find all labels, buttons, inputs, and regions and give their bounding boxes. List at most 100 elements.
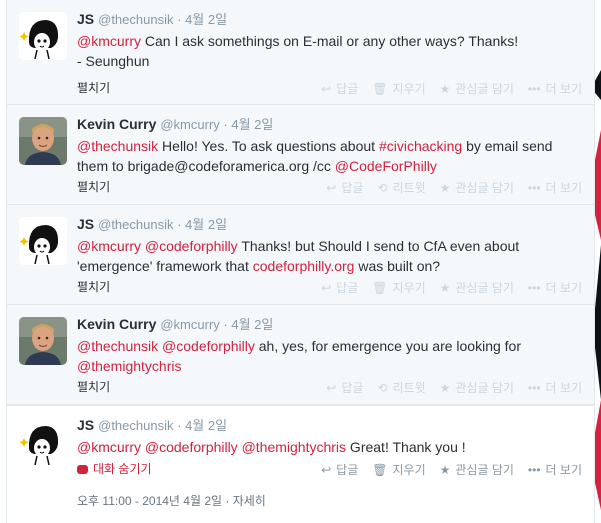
timestamp[interactable]: 4월 2일: [185, 12, 227, 27]
separator-dot: ·: [177, 217, 182, 232]
tweet-text: @kmcurry @codeforphilly Thanks! but Shou…: [77, 236, 577, 276]
expand-link[interactable]: 펼치기: [77, 79, 110, 96]
reply-icon: ↩: [321, 463, 332, 477]
more-dots-button[interactable]: ••• 더 보기: [528, 461, 582, 478]
tweet[interactable]: Kevin Curry @kmcurry · 4월 2일 @thechunsik @…: [7, 305, 594, 405]
conversation-thread: JS @thechunsik · 4월 2일 @kmcurry Can I ask …: [6, 0, 595, 523]
username[interactable]: @thechunsik: [98, 418, 173, 433]
fullname[interactable]: Kevin Curry: [77, 316, 156, 332]
mention-link[interactable]: @kmcurry: [77, 33, 141, 49]
tweet[interactable]: JS @thechunsik · 4월 2일 @kmcurry Can I ask …: [7, 0, 594, 105]
avatar[interactable]: [19, 217, 67, 265]
timestamp[interactable]: 4월 2일: [185, 217, 227, 232]
tweet-header: JS @thechunsik · 4월 2일: [77, 216, 227, 233]
trash-icon: 🗑: [372, 463, 388, 477]
mention-link[interactable]: @CodeForPhilly: [335, 158, 437, 174]
hide-conversation-label: 대화 숨기기: [93, 462, 152, 476]
mention-link[interactable]: @themightychris: [77, 358, 181, 374]
favorite-star-button[interactable]: ★ 관심글 담기: [440, 279, 514, 296]
hide-conversation-link[interactable]: 대화 숨기기: [77, 460, 152, 477]
action-label: 리트윗: [392, 381, 426, 395]
more-dots-icon: •••: [527, 381, 541, 395]
action-label: 답글: [336, 82, 359, 96]
fullname[interactable]: JS: [77, 417, 94, 433]
mention-link[interactable]: @thechunsik: [77, 338, 158, 354]
mention-link[interactable]: @themightychris: [242, 439, 346, 455]
more-dots-button[interactable]: ••• 더 보기: [528, 80, 582, 97]
action-label: 지우기: [392, 463, 426, 477]
tweet-header: Kevin Curry @kmcurry · 4월 2일: [77, 316, 273, 333]
tweet-actions: ↩ 답글 🗑 지우기 ★ 관심글 담기 ••• 더 보기: [307, 80, 582, 97]
mention-link[interactable]: @codeforphilly: [145, 439, 238, 455]
reply-button[interactable]: ↩ 답글: [321, 461, 358, 478]
trash-icon: 🗑: [372, 82, 388, 96]
reply-button[interactable]: ↩ 답글: [326, 379, 363, 396]
expand-link[interactable]: 펼치기: [77, 278, 110, 295]
mention-link[interactable]: @kmcurry: [77, 439, 141, 455]
favorite-star-button[interactable]: ★ 관심글 담기: [440, 379, 514, 396]
action-label: 더 보기: [545, 381, 582, 395]
tweet[interactable]: JS @thechunsik · 4월 2일 @kmcurry @codeforph…: [7, 205, 594, 305]
more-dots-icon: •••: [527, 281, 541, 295]
separator-dot: ·: [223, 317, 228, 332]
avatar[interactable]: [19, 418, 67, 466]
more-dots-button[interactable]: ••• 더 보기: [528, 279, 582, 296]
retweet-icon: ⟲: [377, 381, 388, 395]
action-label: 더 보기: [545, 181, 582, 195]
mention-link[interactable]: @codeforphilly: [162, 338, 255, 354]
retweet-button[interactable]: ⟲ 리트윗: [377, 179, 425, 196]
retweet-button[interactable]: ⟲ 리트윗: [377, 379, 425, 396]
avatar[interactable]: [19, 12, 67, 60]
action-label: 관심글 담기: [455, 181, 514, 195]
text-segment: Hello! Yes. To ask questions about: [158, 138, 379, 154]
tweet-text: @thechunsik @codeforphilly ah, yes, for …: [77, 336, 577, 376]
timestamp[interactable]: 4월 2일: [231, 117, 273, 132]
trash-button[interactable]: 🗑 지우기: [372, 461, 425, 478]
expand-link[interactable]: 펼치기: [77, 178, 110, 195]
username[interactable]: @thechunsik: [98, 12, 173, 27]
url-link[interactable]: codeforphilly.org: [253, 258, 355, 274]
text-segment: was built on?: [354, 258, 441, 274]
fullname[interactable]: JS: [77, 11, 94, 27]
reply-icon: ↩: [321, 281, 332, 295]
reply-button[interactable]: ↩ 답글: [321, 279, 358, 296]
tweet-actions: ↩ 답글 🗑 지우기 ★ 관심글 담기 ••• 더 보기: [307, 461, 582, 478]
username[interactable]: @kmcurry: [160, 117, 219, 132]
reply-button[interactable]: ↩ 답글: [326, 179, 363, 196]
action-label: 관심글 담기: [455, 281, 514, 295]
separator-dot: ·: [177, 418, 182, 433]
trash-button[interactable]: 🗑 지우기: [372, 80, 425, 97]
timestamp[interactable]: 4월 2일: [185, 418, 227, 433]
more-dots-button[interactable]: ••• 더 보기: [528, 179, 582, 196]
username[interactable]: @thechunsik: [98, 217, 173, 232]
avatar[interactable]: [19, 117, 67, 165]
action-label: 답글: [336, 463, 359, 477]
tweet-text: @kmcurry Can I ask somethings on E-mail …: [77, 31, 577, 71]
reply-button[interactable]: ↩ 답글: [321, 80, 358, 97]
action-label: 더 보기: [545, 82, 582, 96]
more-dots-button[interactable]: ••• 더 보기: [528, 379, 582, 396]
favorite-star-icon: ★: [439, 381, 451, 395]
expand-link[interactable]: 펼치기: [77, 378, 110, 395]
avatar[interactable]: [19, 317, 67, 365]
tweet[interactable]: Kevin Curry @kmcurry · 4월 2일 @thechunsik H…: [7, 105, 594, 205]
separator-dot: ·: [177, 12, 182, 27]
tweet-permalink-meta[interactable]: 오후 11:00 - 2014년 4월 2일 · 자세히: [77, 492, 266, 509]
text-segment: ah, yes, for emergence you are looking f…: [254, 338, 522, 354]
fullname[interactable]: Kevin Curry: [77, 116, 156, 132]
fullname[interactable]: JS: [77, 216, 94, 232]
action-label: 관심글 담기: [455, 82, 514, 96]
action-label: 관심글 담기: [455, 463, 514, 477]
favorite-star-button[interactable]: ★ 관심글 담기: [440, 461, 514, 478]
mention-link[interactable]: @kmcurry: [77, 238, 141, 254]
timestamp[interactable]: 4월 2일: [231, 317, 273, 332]
favorite-star-button[interactable]: ★ 관심글 담기: [440, 80, 514, 97]
mention-link[interactable]: @codeforphilly: [145, 238, 238, 254]
mention-link[interactable]: @thechunsik: [77, 138, 158, 154]
trash-button[interactable]: 🗑 지우기: [372, 279, 425, 296]
username[interactable]: @kmcurry: [160, 317, 219, 332]
favorite-star-button[interactable]: ★ 관심글 담기: [440, 179, 514, 196]
hashtag-link[interactable]: #civichacking: [379, 138, 462, 154]
tweet-header: JS @thechunsik · 4월 2일: [77, 417, 227, 434]
tweet[interactable]: JS @thechunsik · 4월 2일 @kmcurry @codeforph…: [7, 405, 594, 523]
